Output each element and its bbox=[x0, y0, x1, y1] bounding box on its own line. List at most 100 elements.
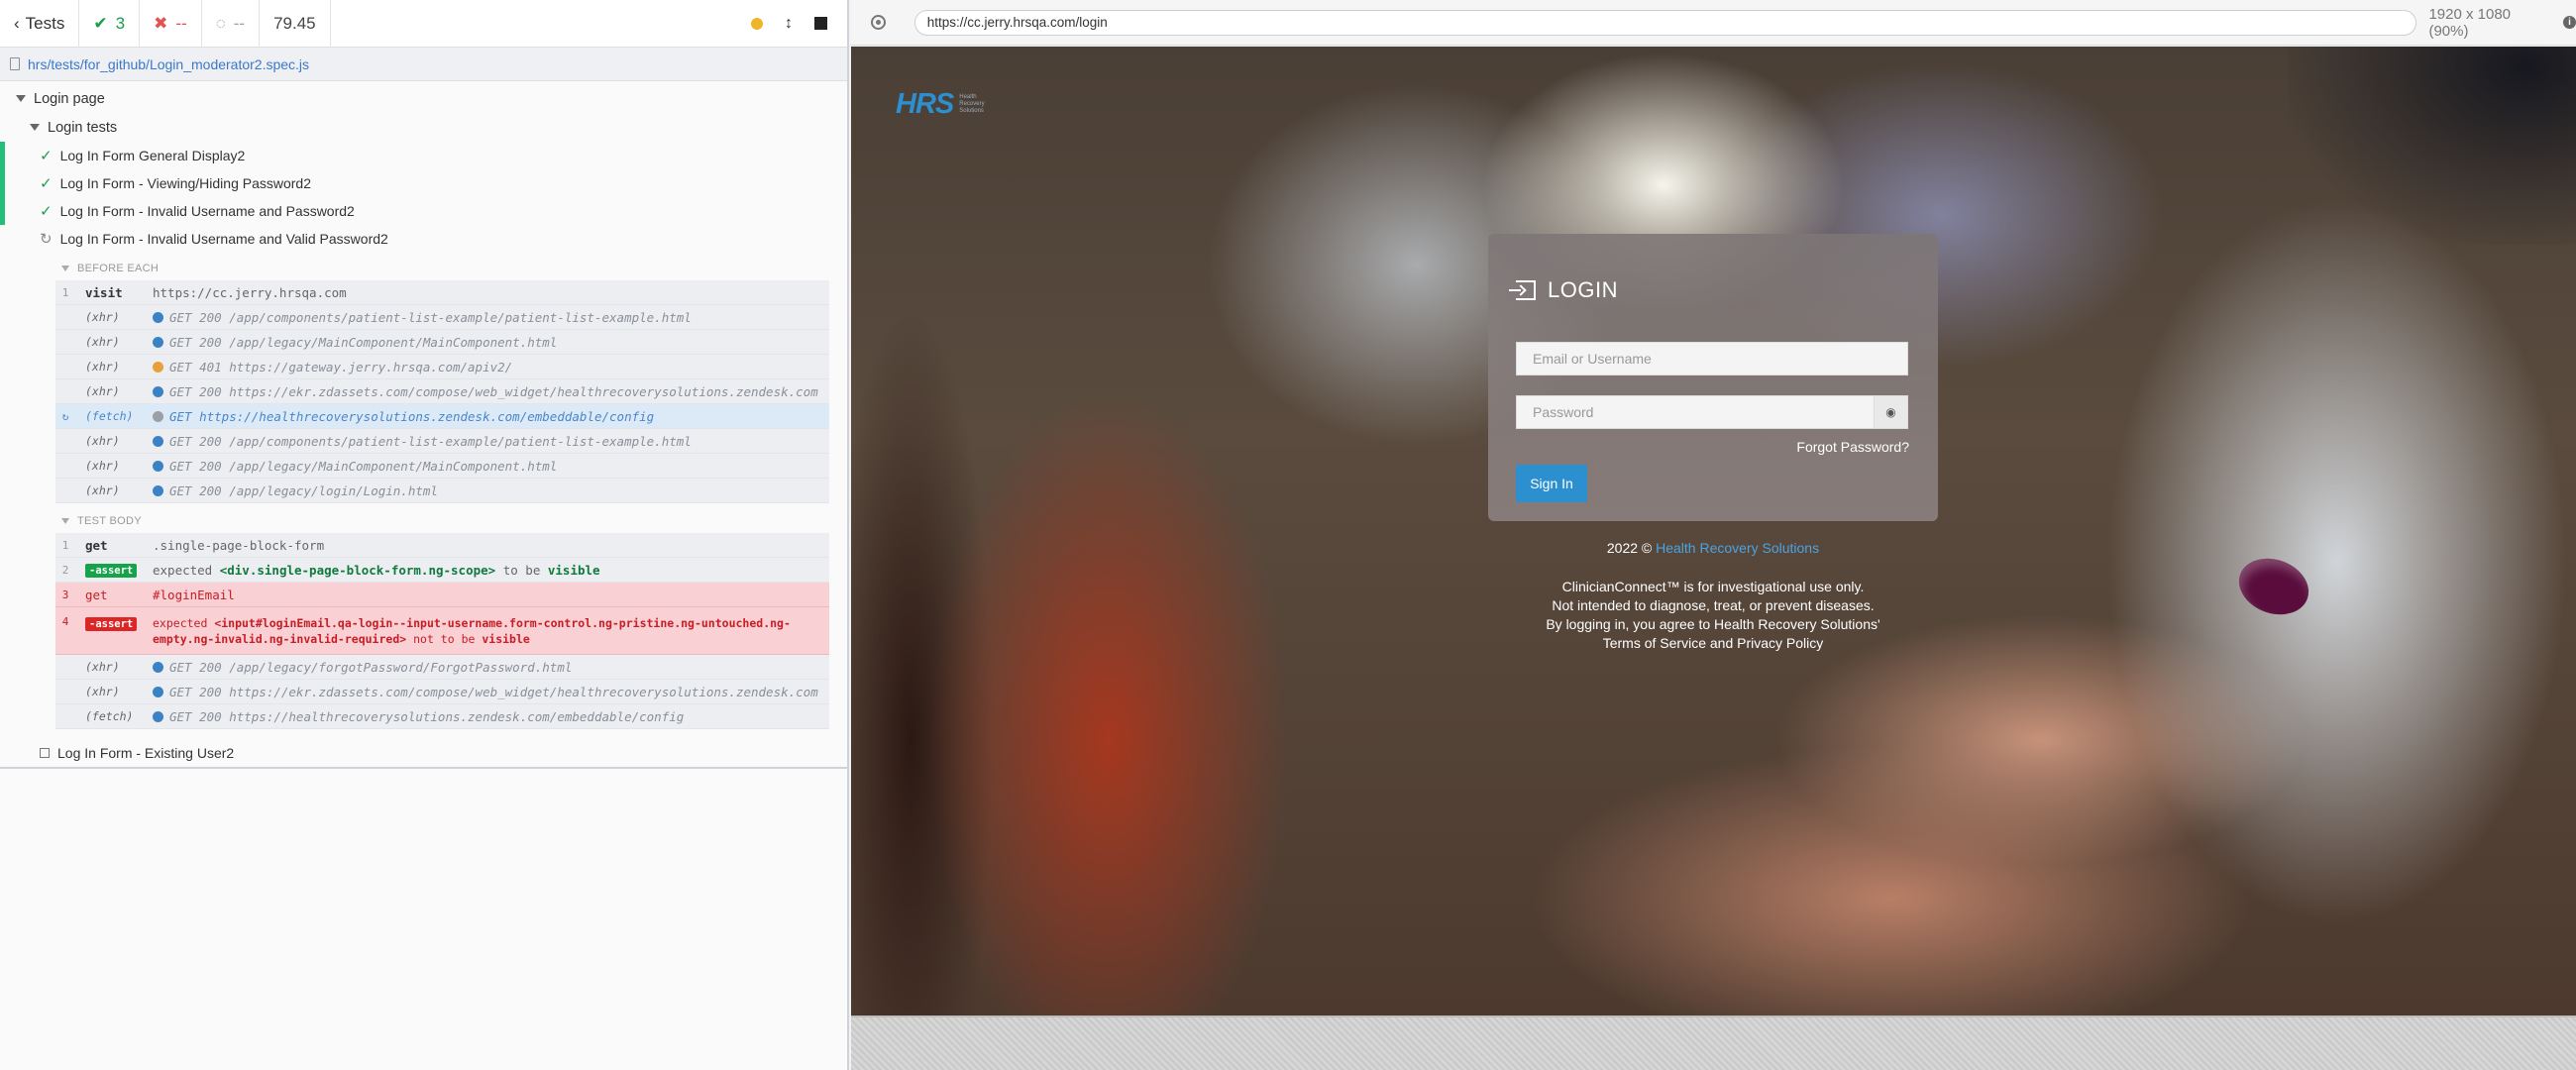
command-row[interactable]: (xhr) GET 200 /app/components/patient-li… bbox=[55, 305, 829, 330]
command-message: GET 401 https://gateway.jerry.hrsqa.com/… bbox=[153, 360, 829, 374]
passed-count[interactable]: ✔ 3 bbox=[79, 0, 141, 48]
sign-in-button[interactable]: Sign In bbox=[1516, 465, 1587, 502]
info-icon[interactable]: i bbox=[2563, 16, 2576, 29]
command-name: (xhr) bbox=[85, 335, 120, 349]
suite-login-tests[interactable]: Login tests bbox=[0, 113, 847, 142]
check-icon: ✓ bbox=[40, 148, 53, 164]
test-status-bar bbox=[0, 142, 5, 169]
disclaimer-line: By logging in, you agree to Health Recov… bbox=[1546, 616, 1880, 632]
password-field[interactable]: Password ◉ bbox=[1516, 395, 1908, 429]
assert-text: to be bbox=[495, 562, 548, 578]
command-row[interactable]: (xhr) GET 200 /app/legacy/MainComponent/… bbox=[55, 330, 829, 355]
command-number: 2 bbox=[61, 563, 69, 577]
url-bar[interactable]: https://cc.jerry.hrsqa.com/login bbox=[913, 9, 2417, 36]
command-message: https://cc.jerry.hrsqa.com bbox=[153, 284, 347, 300]
request-text: GET 200 https://ekr.zdassets.com/compose… bbox=[169, 684, 818, 699]
check-icon: ✓ bbox=[40, 175, 53, 192]
command-row[interactable]: 1 visit https://cc.jerry.hrsqa.com bbox=[55, 280, 829, 305]
logo-subtext: Health Recovery Solutions bbox=[959, 94, 985, 114]
target-icon bbox=[871, 15, 887, 30]
command-row[interactable]: 1 get .single-page-block-form bbox=[55, 533, 829, 558]
failed-count[interactable]: ✖ -- bbox=[140, 0, 202, 48]
copyright-text: 2022 © bbox=[1606, 540, 1653, 556]
suite-login-page[interactable]: Login page bbox=[0, 84, 847, 113]
command-message: expected <input#loginEmail.qa-login--inp… bbox=[153, 615, 829, 647]
section-label: BEFORE EACH bbox=[77, 263, 160, 274]
assert-expectation: visible bbox=[547, 562, 600, 578]
request-text: GET 200 /app/components/patient-list-exa… bbox=[169, 433, 692, 449]
command-message: expected <div.single-page-block-form.ng-… bbox=[153, 563, 829, 578]
command-row[interactable]: (xhr) GET 200 https://ekr.zdassets.com/c… bbox=[55, 379, 829, 404]
command-message: GET 200 https://ekr.zdassets.com/compose… bbox=[153, 685, 829, 699]
command-message: GET https://healthrecoverysolutions.zend… bbox=[153, 409, 829, 424]
terms-link[interactable]: Terms of Service and Privacy Policy bbox=[1356, 635, 2070, 651]
test-item-pending[interactable]: Log In Form - Existing User2 bbox=[0, 739, 847, 769]
command-row-active[interactable]: ↻ (fetch) GET https://healthrecoverysolu… bbox=[55, 404, 829, 429]
status-dot-icon bbox=[153, 336, 163, 348]
tests-back-button[interactable]: ‹ Tests bbox=[0, 0, 80, 48]
suite-title: Login page bbox=[34, 90, 105, 107]
viewport-value: 1920 x 1080 bbox=[2428, 5, 2512, 23]
request-text: GET https://healthrecoverysolutions.zend… bbox=[169, 408, 655, 424]
test-item[interactable]: ✓ Log In Form General Display2 bbox=[0, 142, 847, 169]
password-placeholder: Password bbox=[1533, 404, 1594, 420]
command-row[interactable]: (xhr) GET 200 /app/legacy/login/Login.ht… bbox=[55, 479, 829, 503]
command-name: (xhr) bbox=[85, 483, 120, 497]
request-text: GET 200 /app/components/patient-list-exa… bbox=[169, 309, 692, 325]
pending-count[interactable]: ◌ -- bbox=[202, 0, 261, 48]
assert-expectation: visible bbox=[482, 632, 530, 646]
background-shadow bbox=[2288, 47, 2576, 245]
command-row-failed[interactable]: 3 get #loginEmail bbox=[55, 583, 829, 607]
circle-icon: ◌ bbox=[215, 13, 226, 33]
command-row[interactable]: (xhr) GET 401 https://gateway.jerry.hrsq… bbox=[55, 355, 829, 379]
test-item[interactable]: ✓ Log In Form - Invalid Username and Pas… bbox=[0, 197, 847, 225]
before-each-header[interactable]: BEFORE EACH bbox=[0, 257, 847, 280]
x-icon: ✖ bbox=[154, 13, 168, 33]
test-title: Log In Form - Existing User2 bbox=[57, 745, 235, 761]
login-title: LOGIN bbox=[1509, 277, 1618, 303]
request-text: GET 200 https://ekr.zdassets.com/compose… bbox=[169, 383, 818, 399]
command-row[interactable]: (xhr) GET 200 /app/legacy/forgotPassword… bbox=[55, 655, 829, 680]
status-dot-icon bbox=[153, 710, 163, 722]
command-row[interactable]: (xhr) GET 200 /app/legacy/MainComponent/… bbox=[55, 454, 829, 479]
spec-path-bar[interactable]: hrs/tests/for_github/Login_moderator2.sp… bbox=[0, 48, 847, 81]
command-name: (xhr) bbox=[85, 310, 120, 324]
test-item-running[interactable]: ↻ Log In Form - Invalid Username and Val… bbox=[0, 225, 847, 253]
eye-icon[interactable]: ◉ bbox=[1874, 396, 1907, 428]
zoom-value: (90%) bbox=[2428, 22, 2469, 40]
before-each-commands: 1 visit https://cc.jerry.hrsqa.com (xhr)… bbox=[55, 280, 829, 503]
command-name: -assert bbox=[75, 562, 153, 578]
login-panel: LOGIN Email or Username Password ◉ Forgo… bbox=[1488, 234, 1938, 521]
test-body-header[interactable]: TEST BODY bbox=[0, 509, 847, 533]
command-message: GET 200 https://healthrecoverysolutions.… bbox=[153, 709, 829, 724]
command-row-failed[interactable]: 4 -assert expected <input#loginEmail.qa-… bbox=[55, 607, 829, 655]
forgot-password-link[interactable]: Forgot Password? bbox=[1796, 439, 1909, 455]
stop-button[interactable] bbox=[814, 17, 827, 30]
email-placeholder: Email or Username bbox=[1533, 351, 1652, 367]
command-message: GET 200 /app/legacy/MainComponent/MainCo… bbox=[153, 335, 829, 350]
disclaimer-line: ClinicianConnect™ is for investigational… bbox=[1561, 579, 1865, 594]
command-name: (xhr) bbox=[85, 434, 120, 448]
selector-playground-button[interactable] bbox=[861, 0, 897, 46]
spec-path[interactable]: hrs/tests/for_github/Login_moderator2.sp… bbox=[28, 56, 309, 72]
command-message: GET 200 /app/legacy/MainComponent/MainCo… bbox=[153, 459, 829, 474]
sign-in-icon bbox=[1509, 280, 1536, 300]
refresh-icon: ↻ bbox=[61, 409, 69, 423]
email-field[interactable]: Email or Username bbox=[1516, 342, 1908, 375]
hrs-link[interactable]: Health Recovery Solutions bbox=[1656, 540, 1819, 556]
command-number: 1 bbox=[61, 538, 69, 552]
section-label: TEST BODY bbox=[77, 515, 142, 527]
request-text: GET 200 /app/legacy/login/Login.html bbox=[169, 482, 438, 498]
test-item[interactable]: ✓ Log In Form - Viewing/Hiding Password2 bbox=[0, 169, 847, 197]
assert-badge: -assert bbox=[85, 564, 138, 578]
command-message: GET 200 /app/legacy/login/Login.html bbox=[153, 483, 829, 498]
command-row[interactable]: 2 -assert expected <div.single-page-bloc… bbox=[55, 558, 829, 583]
test-status-bar bbox=[0, 169, 5, 197]
viewport-size: 1920 x 1080 (90%) bbox=[2428, 6, 2553, 40]
disclaimer-line: Not intended to diagnose, treat, or prev… bbox=[1552, 597, 1875, 613]
command-row[interactable]: (xhr) GET 200 https://ekr.zdassets.com/c… bbox=[55, 680, 829, 704]
command-row[interactable]: (fetch) GET 200 https://healthrecoveryso… bbox=[55, 704, 829, 729]
scroll-toggle-icon[interactable]: ↕ bbox=[785, 15, 793, 33]
command-row[interactable]: (xhr) GET 200 /app/components/patient-li… bbox=[55, 429, 829, 454]
status-dot-icon bbox=[153, 435, 163, 447]
